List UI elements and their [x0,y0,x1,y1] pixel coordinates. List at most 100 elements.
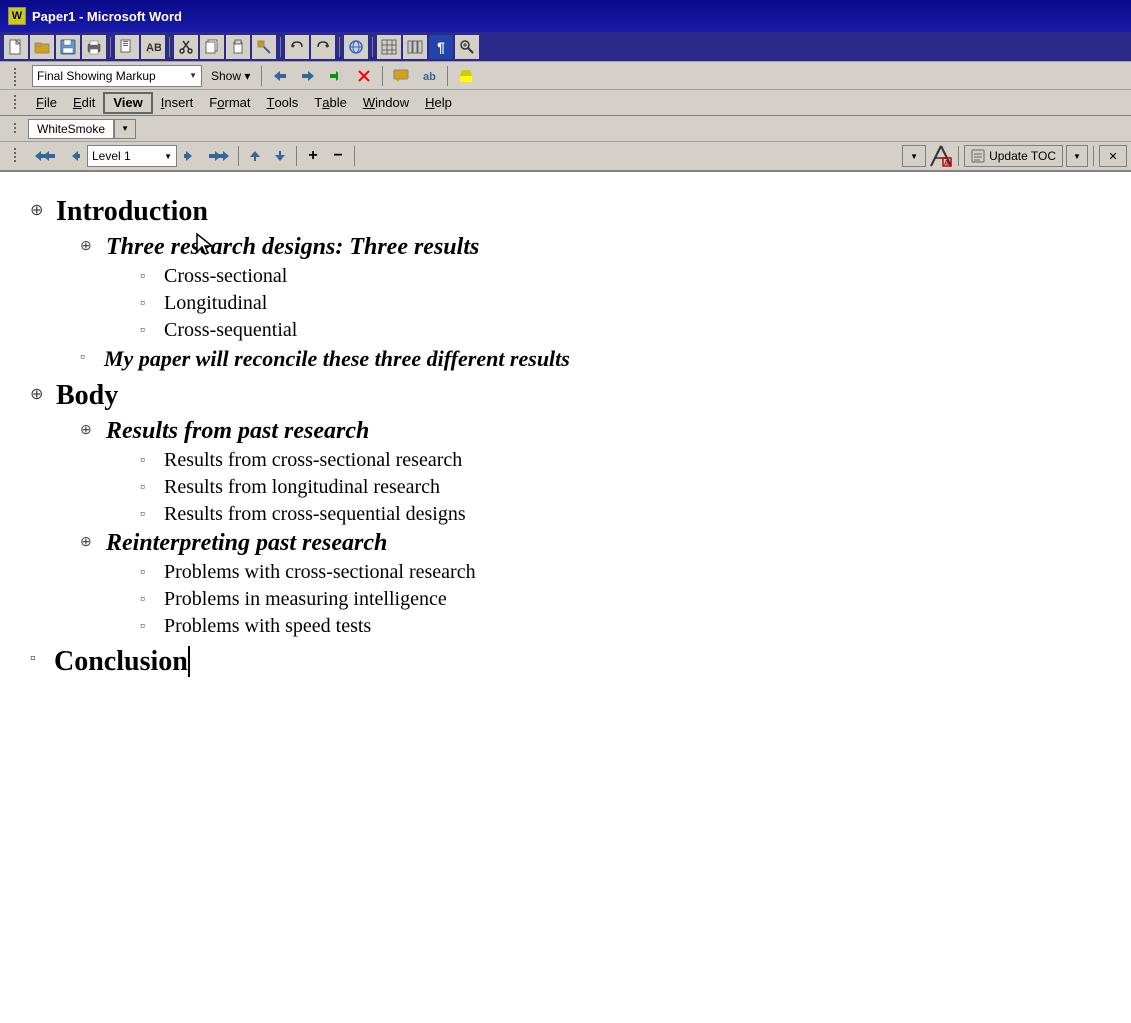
text-cursor [188,646,190,677]
whitesmoke-label: WhiteSmoke [37,122,105,136]
list-item: ⊕ Results from past research [30,418,1101,445]
move-down-btn[interactable] [269,145,291,167]
svg-text:ab: ab [423,71,436,83]
zoom-btn[interactable] [455,35,479,59]
msep3 [447,66,448,86]
whitesmoke-bar: WhiteSmoke ▼ [0,116,1131,142]
list-item: ▫ Conclusion [30,646,1101,678]
sep5 [372,37,373,57]
menu-view[interactable]: View [103,92,152,114]
list-item: ⊕ Body [30,380,1101,412]
show-btn[interactable]: Show ▾ [206,64,255,88]
prev-change-btn[interactable] [268,64,292,88]
list-item: ⊕ Reinterpreting past research [30,530,1101,557]
osep4 [958,146,959,166]
markup-grip [4,64,28,88]
list-item: ▫ Cross-sequential [30,319,1101,342]
paste-btn[interactable] [226,35,250,59]
menu-tools[interactable]: Tools [258,92,306,114]
heading-conclusion: Conclusion [54,646,190,678]
update-toc-btn[interactable]: Update TOC [964,145,1063,167]
menu-edit[interactable]: Edit [65,92,103,114]
close-outline-btn[interactable]: ✕ [1099,145,1127,167]
item-cross-sequential: Cross-sequential [164,319,297,342]
menu-insert[interactable]: Insert [153,92,202,114]
reject-btn[interactable] [352,64,376,88]
move-up-btn[interactable] [244,145,266,167]
document-area[interactable]: ⊕ Introduction ⊕ Three research designs:… [0,172,1131,1023]
level-dropdown[interactable]: Level 1 ▼ [87,145,177,167]
expand-handle-icon[interactable]: ⊕ [80,238,100,255]
columns-btn[interactable] [403,35,427,59]
outline-bar: Level 1 ▼ + − ▼ A Update TOC [0,142,1131,172]
markup-dropdown[interactable]: Final Showing Markup ▼ [32,65,202,87]
menu-window[interactable]: Window [355,92,417,114]
copy-btn[interactable] [200,35,224,59]
bullet-icon: ▫ [30,650,46,668]
bullet-icon: ▫ [140,592,156,608]
save-btn[interactable] [56,35,80,59]
heading-three-research: Three research designs: Three results [106,234,479,261]
review-btn[interactable]: ab [417,64,441,88]
outline-grip [4,144,28,168]
list-item: ⊕ Introduction [30,196,1101,228]
menu-table[interactable]: Table [306,92,355,114]
cut-btn[interactable] [174,35,198,59]
undo-btn[interactable] [285,35,309,59]
collapse-btn[interactable]: − [327,145,349,167]
open-btn[interactable] [30,35,54,59]
font-size-area: A [929,144,953,168]
menu-help[interactable]: Help [417,92,460,114]
spellcheck-btn[interactable]: AB~ [141,35,165,59]
menu-format[interactable]: Format [201,92,258,114]
nav-next-btn[interactable] [180,145,202,167]
svg-text:A: A [944,160,949,167]
bullet-icon: ▫ [140,296,156,312]
whitesmoke-dropdown-btn[interactable]: ▼ [114,119,136,139]
redo-btn[interactable] [311,35,335,59]
accept-btn[interactable] [324,64,348,88]
nav-fwd-btn[interactable] [205,145,233,167]
expand-btn[interactable]: + [302,145,324,167]
print-btn[interactable] [82,35,106,59]
line-dropdown[interactable]: ▼ [902,145,926,167]
bullet-icon: ▫ [140,565,156,581]
preview-btn[interactable] [115,35,139,59]
comment-btn[interactable] [389,64,413,88]
title-bar: W Paper1 - Microsoft Word [0,0,1131,32]
expand-handle-icon[interactable]: ⊕ [30,384,50,404]
menu-file[interactable]: File [28,92,65,114]
bullet-icon: ▫ [140,323,156,339]
update-toc-label: Update TOC [989,149,1056,163]
app-window: W Paper1 - Microsoft Word AB~ [0,0,1131,1023]
heading-body: Body [56,380,118,412]
bullet-icon: ▫ [140,507,156,523]
expand-handle-icon[interactable]: ⊕ [30,200,50,220]
highlighter-btn[interactable] [454,64,478,88]
bullet-icon: ▫ [140,480,156,496]
osep2 [296,146,297,166]
msep2 [382,66,383,86]
list-item: ▫ Results from cross-sectional research [30,449,1101,472]
dropdown-arrow-icon: ▼ [189,71,197,80]
show-hide-btn[interactable]: ¶ [429,35,453,59]
item-results-cross-sectional: Results from cross-sectional research [164,449,462,472]
expand-handle-icon[interactable]: ⊕ [80,534,100,551]
window-title: Paper1 - Microsoft Word [32,9,182,24]
nav-back-btn[interactable] [31,145,59,167]
show-btn-label: Show ▾ [211,69,250,83]
format-painter-btn[interactable] [252,35,276,59]
expand-handle-icon[interactable]: ⊕ [80,422,100,439]
heading-reinterpreting: Reinterpreting past research [106,530,387,557]
msep1 [261,66,262,86]
internet-btn[interactable] [344,35,368,59]
new-btn[interactable] [4,35,28,59]
table-btn[interactable] [377,35,401,59]
markup-dropdown-text: Final Showing Markup [37,69,156,83]
update-toc-dropdown[interactable]: ▼ [1066,145,1088,167]
osep1 [238,146,239,166]
next-change-btn[interactable] [296,64,320,88]
whitesmoke-button[interactable]: WhiteSmoke [28,119,114,139]
nav-prev-btn[interactable] [62,145,84,167]
item-my-paper: My paper will reconcile these three diff… [104,346,570,372]
